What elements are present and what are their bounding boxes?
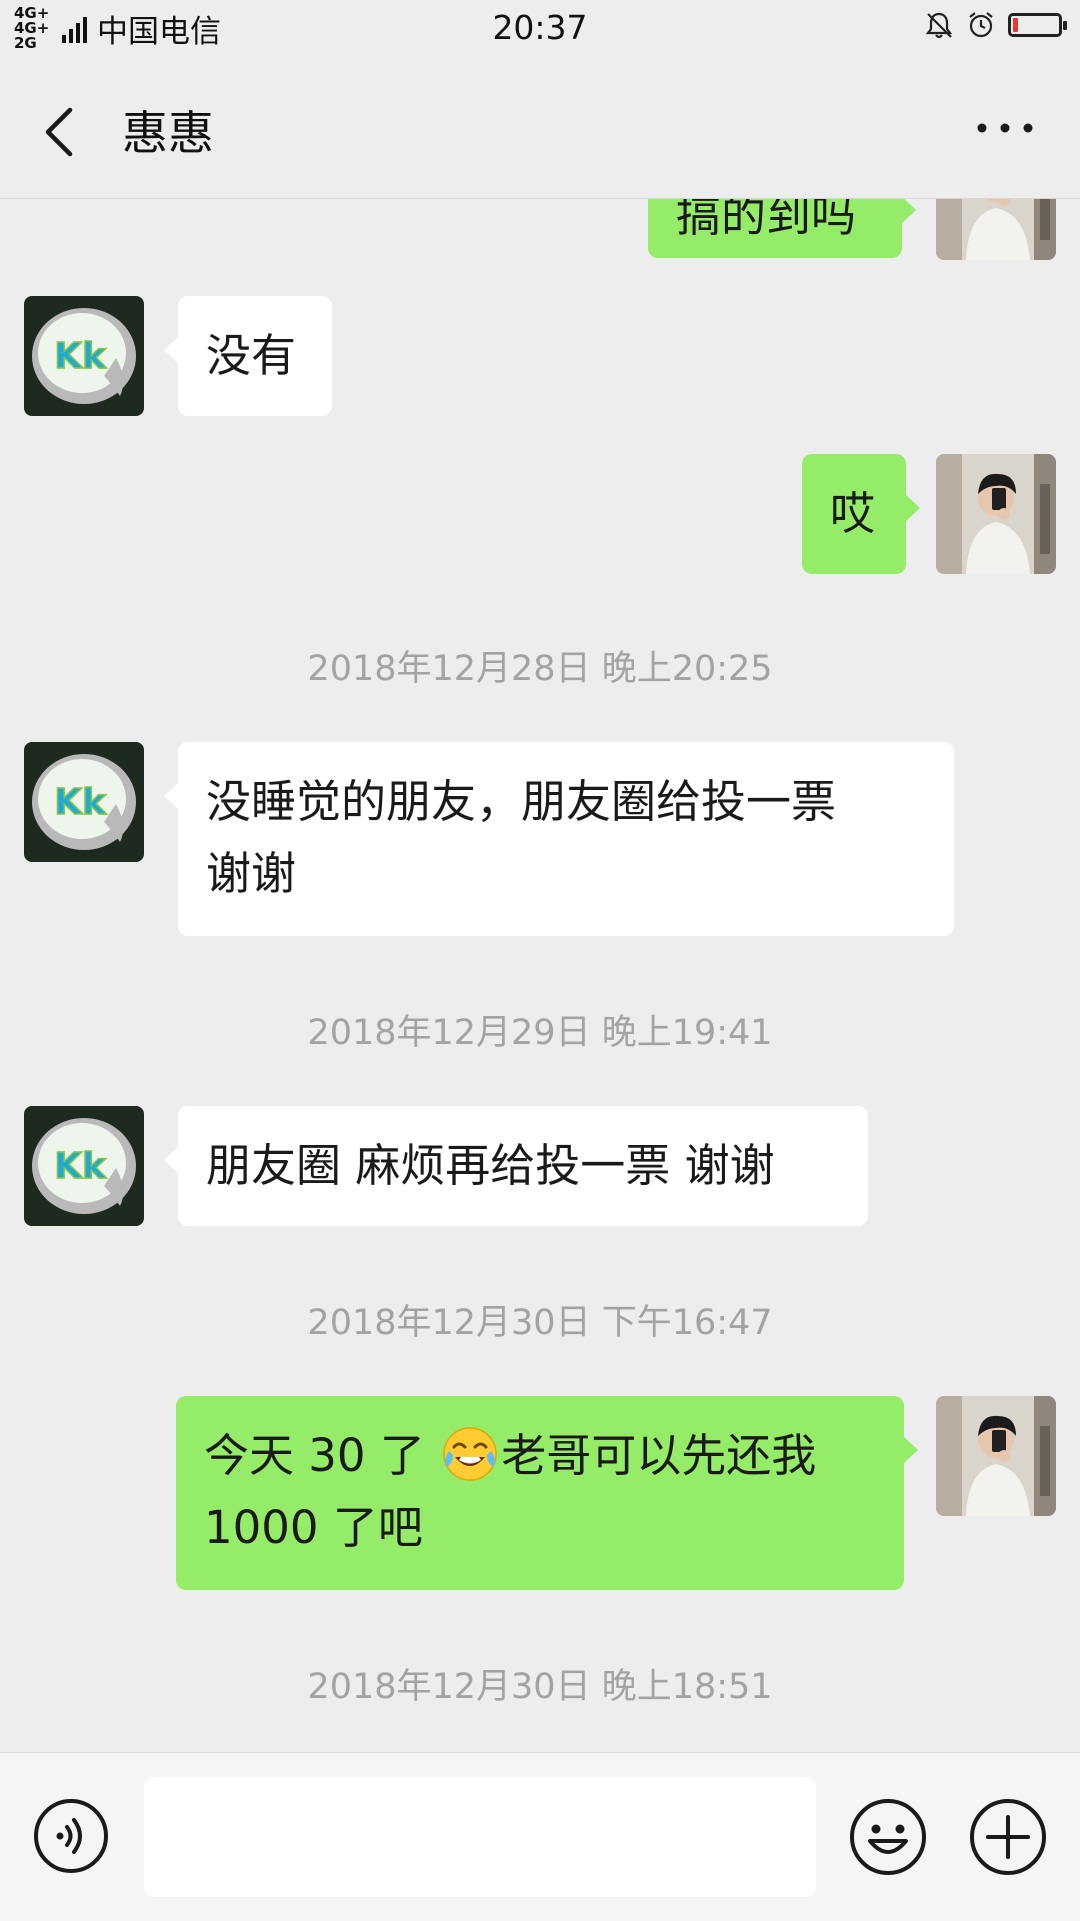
status-right (924, 10, 1067, 40)
contact-avatar-kk[interactable] (24, 742, 144, 862)
chat-header: 惠惠 (0, 60, 1080, 199)
back-button[interactable] (30, 96, 90, 166)
status-time: 20:37 (492, 8, 588, 47)
battery-level-fill (1013, 18, 1019, 32)
message-text-line: 没睡觉的朋友，朋友圈给投一票 (206, 775, 837, 828)
plus-icon[interactable] (968, 1797, 1048, 1877)
my-avatar[interactable] (936, 454, 1056, 574)
message-bubble-received[interactable]: 没睡觉的朋友，朋友圈给投一票 谢谢 (164, 742, 954, 936)
message-timestamp: 2018年12月30日 下午16:47 (307, 1303, 773, 1343)
message-timestamp: 2018年12月28日 晚上20:25 (307, 649, 773, 689)
voice-icon[interactable] (32, 1797, 110, 1875)
contact-avatar-kk[interactable] (24, 296, 144, 416)
message-bubble-sent[interactable]: 哎 (802, 454, 920, 574)
status-bar: 4G+ 4G+ 2G 中国电信 20:37 (0, 0, 1080, 60)
message-bubble-sent[interactable]: 今天 30 了 老哥可以先还我 1000 了吧 (176, 1396, 918, 1590)
mute-bell-icon (925, 12, 953, 39)
message-text: 搞的到吗 (676, 198, 857, 242)
chat-title: 惠惠 (122, 106, 214, 160)
message-text-line: 1000 了吧 (204, 1501, 423, 1554)
message-text: 朋友圈 麻烦再给投一票 谢谢 (206, 1139, 775, 1192)
message-timestamp: 2018年12月30日 晚上18:51 (307, 1667, 773, 1707)
message-timestamp: 2018年12月29日 晚上19:41 (307, 1013, 773, 1053)
battery-icon (1008, 13, 1067, 37)
my-avatar[interactable] (936, 198, 1056, 260)
contact-avatar-kk[interactable] (24, 1106, 144, 1226)
message-text-line: 今天 30 了 老哥可以先还我 (204, 1420, 876, 1492)
message-list[interactable]: 搞的到吗 没有 哎 2018年12月28日 晚上20:25 没睡觉的朋友，朋友圈… (0, 198, 1080, 1752)
message-text-line: 谢谢 (206, 847, 297, 900)
input-bar (0, 1752, 1080, 1921)
tears-of-joy-emoji (443, 1427, 497, 1481)
alarm-clock-icon (969, 12, 993, 38)
message-text: 今天 30 了 (204, 1429, 440, 1482)
message-bubble-received[interactable]: 朋友圈 麻烦再给投一票 谢谢 (164, 1106, 868, 1226)
message-text: 哎 (830, 487, 876, 540)
message-text: 没有 (206, 329, 297, 382)
more-options-button[interactable] (970, 108, 1040, 148)
my-avatar[interactable] (936, 1396, 1056, 1516)
message-text: 老哥可以先还我 (501, 1429, 817, 1482)
message-bubble-received[interactable]: 没有 (164, 296, 332, 416)
message-input[interactable] (144, 1777, 816, 1897)
emoji-icon[interactable] (848, 1797, 928, 1877)
message-bubble-sent[interactable]: 搞的到吗 (648, 198, 916, 258)
